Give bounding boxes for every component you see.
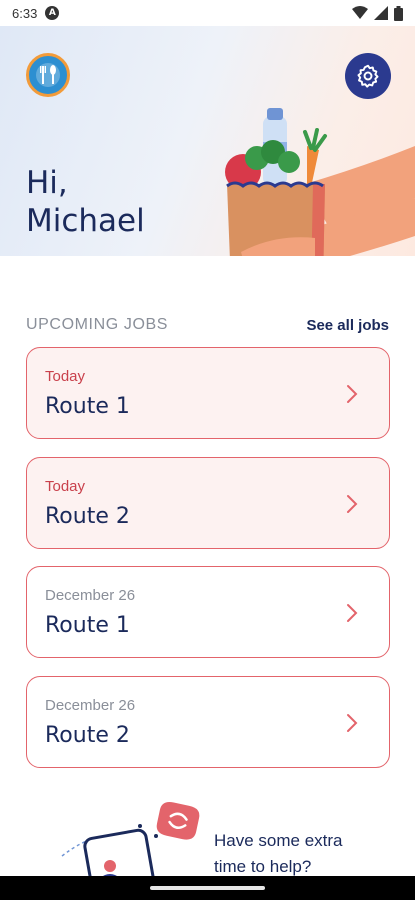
- chevron-right-icon: [347, 495, 358, 513]
- settings-gear-icon: [357, 64, 379, 88]
- job-card[interactable]: December 26 Route 2: [26, 676, 390, 768]
- settings-button[interactable]: [345, 53, 391, 99]
- job-date: Today: [45, 478, 86, 495]
- job-card[interactable]: Today Route 2: [26, 457, 390, 549]
- status-time: 6:33: [12, 5, 38, 21]
- grocery-bag-illustration: [225, 108, 415, 256]
- logo-icon: [26, 53, 70, 97]
- job-card[interactable]: Today Route 1: [26, 347, 390, 439]
- promo-text: Have some extra time to help?: [214, 828, 343, 880]
- wifi-icon: [352, 6, 368, 19]
- job-route: Route 2: [45, 504, 130, 529]
- job-route: Route 1: [45, 394, 130, 419]
- job-card[interactable]: December 26 Route 1: [26, 566, 390, 658]
- signal-icon: [374, 6, 388, 20]
- volunteer-promo[interactable]: Have some extra time to help?: [0, 790, 415, 882]
- hero-header: Hi, Michael: [0, 26, 415, 256]
- notification-a-icon: A: [45, 6, 60, 20]
- chevron-right-icon: [347, 604, 358, 622]
- section-title: UPCOMING JOBS: [26, 316, 169, 333]
- chevron-right-icon: [347, 385, 358, 403]
- chevron-right-icon: [347, 714, 358, 732]
- volunteer-illustration: [61, 802, 200, 882]
- upcoming-jobs-header: UPCOMING JOBS See all jobs: [26, 316, 389, 334]
- promo-line-1: Have some extra: [214, 831, 343, 850]
- system-navigation-bar: [0, 876, 415, 900]
- job-date: December 26: [45, 697, 136, 714]
- home-gesture-handle[interactable]: [150, 886, 265, 890]
- job-date: Today: [45, 368, 86, 385]
- greeting-user-name: Michael: [26, 203, 145, 239]
- status-bar: 6:33 A: [0, 0, 415, 26]
- job-route: Route 1: [45, 613, 130, 638]
- job-date: December 26: [45, 587, 136, 604]
- see-all-jobs-link[interactable]: See all jobs: [306, 317, 389, 334]
- battery-icon: [394, 5, 403, 21]
- greeting: Hi, Michael: [26, 164, 145, 240]
- job-route: Route 2: [45, 723, 130, 748]
- status-icons: [352, 5, 403, 21]
- greeting-line-1: Hi,: [26, 165, 68, 201]
